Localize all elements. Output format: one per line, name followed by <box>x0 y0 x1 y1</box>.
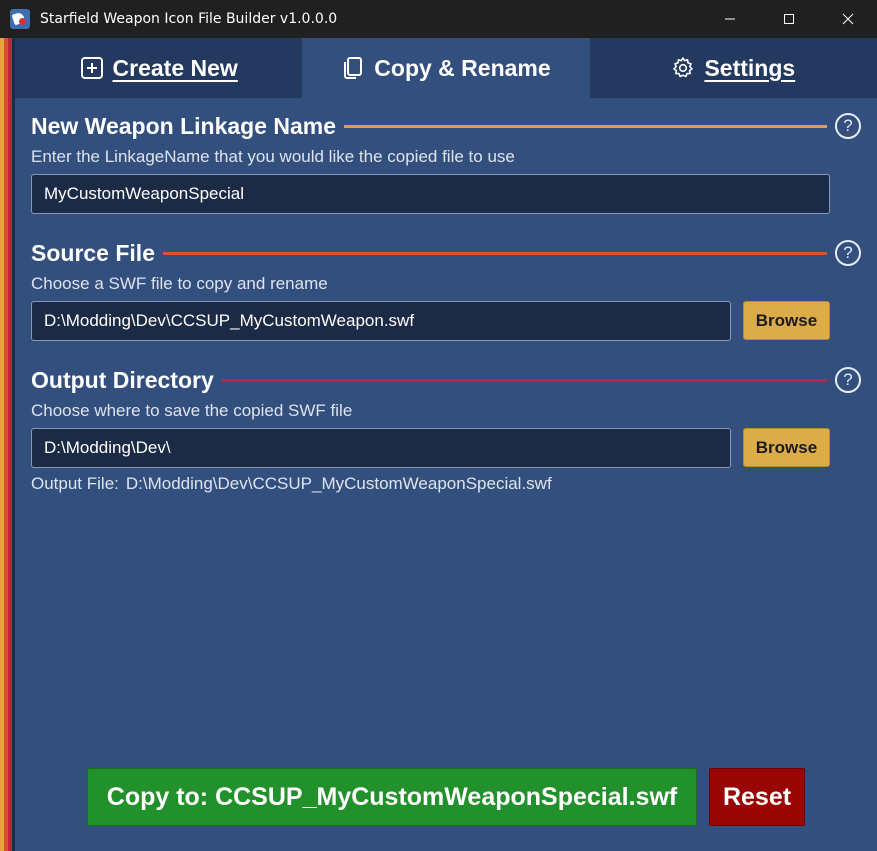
close-icon <box>842 13 853 25</box>
tab-copy-rename-label: Copy & Rename <box>374 54 551 81</box>
copy-icon <box>344 57 363 79</box>
tab-create-new-label: Create New <box>112 54 238 81</box>
output-section-divider <box>221 378 827 382</box>
source-browse-button[interactable]: Browse <box>743 301 830 340</box>
output-file-path: D:\Modding\Dev\CCSUP_MyCustomWeaponSpeci… <box>125 474 552 493</box>
window-controls <box>700 0 877 38</box>
output-help-icon[interactable]: ? <box>835 367 861 393</box>
source-section-title: Source File <box>31 239 155 266</box>
source-section-description: Choose a SWF file to copy and rename <box>31 274 328 293</box>
tab-settings[interactable]: Settings <box>590 38 877 98</box>
linkage-section-description: Enter the LinkageName that you would lik… <box>31 147 515 166</box>
gear-icon <box>673 57 694 78</box>
source-file-input[interactable]: D:\Modding\Dev\CCSUP_MyCustomWeapon.swf <box>31 301 731 341</box>
output-directory-input[interactable]: D:\Modding\Dev\ <box>31 428 731 468</box>
accent-stripes <box>0 38 15 851</box>
output-file-label: Output File: <box>31 474 119 493</box>
maximize-button[interactable] <box>759 0 818 38</box>
plus-square-icon <box>80 57 103 79</box>
reset-button[interactable]: Reset <box>709 768 805 826</box>
main-panel: Create New Copy & Rename Settings New We… <box>15 38 877 851</box>
app-icon <box>10 9 30 29</box>
close-button[interactable] <box>818 0 877 38</box>
tab-bar: Create New Copy & Rename Settings <box>15 38 877 98</box>
source-section-header: Source File ? <box>31 238 861 268</box>
tab-copy-rename[interactable]: Copy & Rename <box>302 38 590 98</box>
linkage-section-divider <box>344 124 827 128</box>
output-file-line: Output File: D:\Modding\Dev\CCSUP_MyCust… <box>31 474 552 494</box>
linkage-name-input[interactable]: MyCustomWeaponSpecial <box>31 174 830 214</box>
source-section-divider <box>162 251 827 255</box>
tab-create-new[interactable]: Create New <box>15 38 302 98</box>
tab-settings-label: Settings <box>704 54 796 81</box>
output-section-title: Output Directory <box>31 366 214 393</box>
minimize-icon <box>724 18 735 20</box>
minimize-button[interactable] <box>700 0 759 38</box>
title-bar[interactable]: Starfield Weapon Icon File Builder v1.0.… <box>0 0 877 38</box>
output-section-header: Output Directory ? <box>31 365 861 395</box>
copy-button[interactable]: Copy to: CCSUP_MyCustomWeaponSpecial.swf <box>87 768 697 826</box>
output-browse-button[interactable]: Browse <box>743 428 830 467</box>
source-help-icon[interactable]: ? <box>835 240 861 266</box>
linkage-section-title: New Weapon Linkage Name <box>31 112 337 139</box>
output-section-description: Choose where to save the copied SWF file <box>31 401 353 420</box>
maximize-icon <box>783 14 794 24</box>
linkage-section-header: New Weapon Linkage Name ? <box>31 111 861 141</box>
window-title: Starfield Weapon Icon File Builder v1.0.… <box>40 11 338 27</box>
linkage-help-icon[interactable]: ? <box>835 113 861 139</box>
